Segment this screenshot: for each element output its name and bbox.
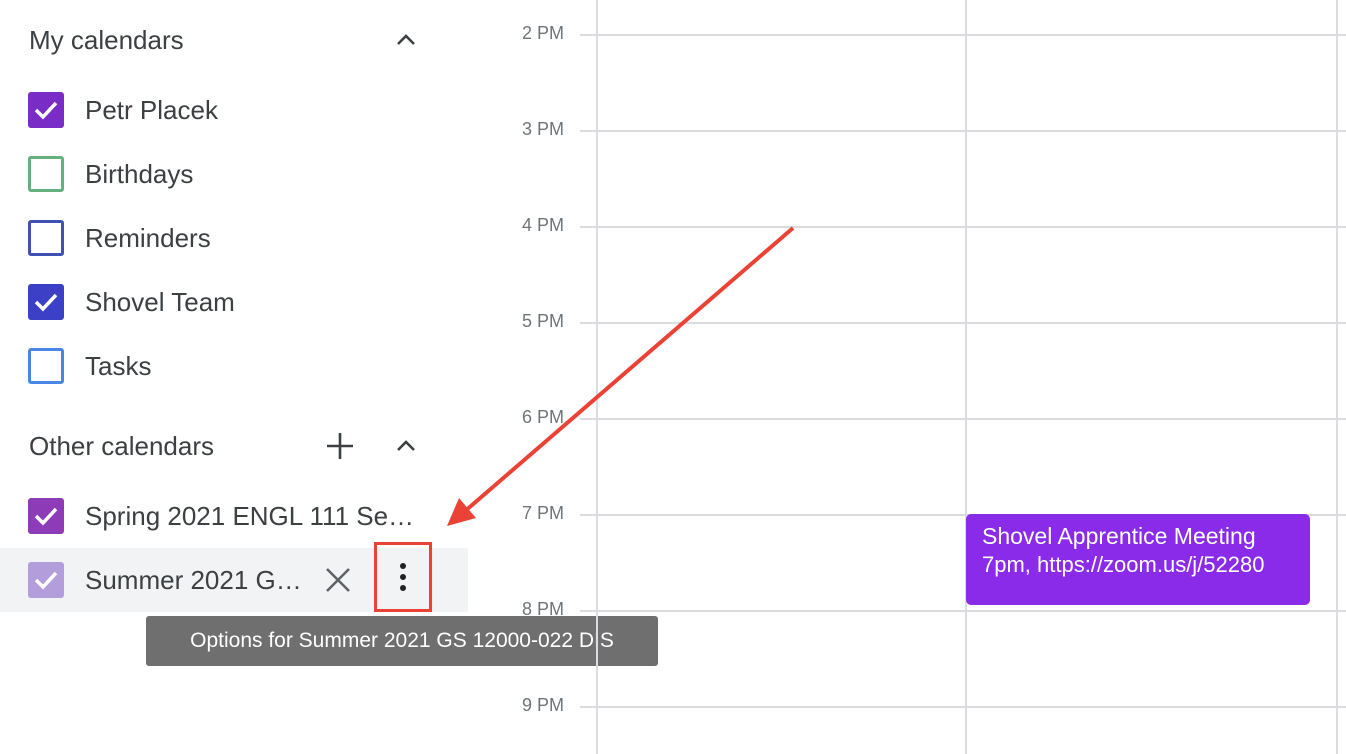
hour-line xyxy=(580,610,1346,612)
close-icon xyxy=(326,568,350,592)
plus-icon xyxy=(327,433,353,459)
calendar-item-petr-placek[interactable]: Petr Placek xyxy=(0,78,468,142)
checkbox-checked[interactable] xyxy=(28,284,64,320)
hour-label: 6 PM xyxy=(521,407,564,427)
time-grid: 2 PM 3 PM 4 PM 5 PM 6 PM 7 PM 8 PM 9 PM … xyxy=(468,0,1346,754)
collapse-my-calendars-button[interactable] xyxy=(386,20,426,60)
hour-line xyxy=(580,706,1346,708)
sidebar: My calendars Petr Placek Birthdays Remin… xyxy=(0,0,658,754)
my-calendars-header[interactable]: My calendars xyxy=(0,20,468,60)
more-vert-icon xyxy=(400,563,406,591)
checkbox-checked[interactable] xyxy=(28,498,64,534)
calendar-item-birthdays[interactable]: Birthdays xyxy=(0,142,468,206)
calendar-item-reminders[interactable]: Reminders xyxy=(0,206,468,270)
calendar-label: Summer 2021 G… xyxy=(85,565,302,595)
calendar-item-spring-2021[interactable]: Spring 2021 ENGL 111 Se… xyxy=(0,484,468,548)
checkbox-unchecked[interactable] xyxy=(28,156,64,192)
calendar-label: Birthdays xyxy=(85,159,194,189)
hour-line xyxy=(580,130,1346,132)
checkbox-unchecked[interactable] xyxy=(28,348,64,384)
event-shovel-apprentice-meeting[interactable]: Shovel Apprentice Meeting 7pm, https://z… xyxy=(966,514,1310,605)
hour-label: 2 PM xyxy=(521,23,564,43)
calendar-label: Tasks xyxy=(85,351,152,381)
check-icon xyxy=(34,507,58,526)
chevron-up-icon xyxy=(397,440,415,451)
collapse-other-calendars-button[interactable] xyxy=(386,426,426,466)
hour-line xyxy=(580,418,1346,420)
add-calendar-button[interactable] xyxy=(320,426,360,466)
checkbox-checked[interactable] xyxy=(28,92,64,128)
hour-line xyxy=(580,322,1346,324)
hour-label: 8 PM xyxy=(521,599,564,619)
calendar-label: Petr Placek xyxy=(85,95,218,125)
check-icon xyxy=(34,293,58,312)
hour-line xyxy=(580,226,1346,228)
my-calendars-title: My calendars xyxy=(29,25,184,55)
grid-divider xyxy=(596,0,598,754)
hour-label: 7 PM xyxy=(521,503,564,523)
calendar-label: Shovel Team xyxy=(85,287,235,317)
calendar-item-summer-2021[interactable]: Summer 2021 G… xyxy=(0,542,468,612)
calendar-item-shovel-team[interactable]: Shovel Team xyxy=(0,270,468,334)
checkbox-unchecked[interactable] xyxy=(28,220,64,256)
grid-divider xyxy=(965,0,967,754)
unsubscribe-button[interactable] xyxy=(318,560,358,600)
calendar-options-button[interactable] xyxy=(374,542,432,612)
hour-label: 4 PM xyxy=(521,215,564,235)
calendar-item-tasks[interactable]: Tasks xyxy=(0,334,468,398)
hour-label: 9 PM xyxy=(521,695,564,715)
chevron-up-icon xyxy=(397,34,415,45)
check-icon xyxy=(34,101,58,120)
grid-divider xyxy=(1336,0,1338,754)
calendar-screen: My calendars Petr Placek Birthdays Remin… xyxy=(0,0,1346,754)
other-calendars-header[interactable]: Other calendars xyxy=(0,426,468,466)
checkbox-checked[interactable] xyxy=(28,562,64,598)
hour-label: 3 PM xyxy=(521,119,564,139)
event-detail: 7pm, https://zoom.us/j/52280 xyxy=(982,552,1265,577)
hour-label: 5 PM xyxy=(521,311,564,331)
hour-line xyxy=(580,34,1346,36)
calendar-label: Reminders xyxy=(85,223,211,253)
calendar-label: Spring 2021 ENGL 111 Se… xyxy=(85,501,415,531)
other-calendars-title: Other calendars xyxy=(29,431,214,461)
event-title: Shovel Apprentice Meeting xyxy=(982,523,1256,549)
check-icon xyxy=(34,571,58,590)
